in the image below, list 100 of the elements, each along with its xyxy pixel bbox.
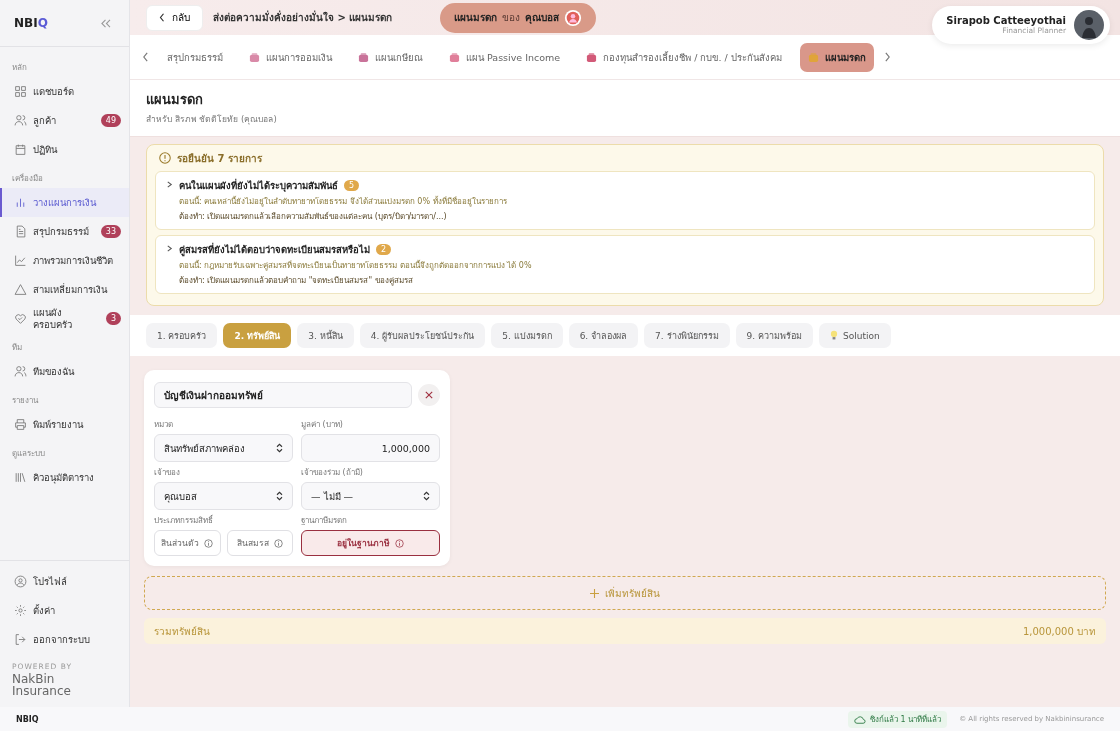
item-label: สรุปกรมธรรม์ (33, 225, 90, 238)
grid-icon (14, 85, 27, 98)
logout-icon (14, 633, 27, 646)
sidebar-item[interactable]: ตั้งค่า (0, 596, 129, 625)
sidebar-item[interactable]: โปรไฟล์ (0, 567, 129, 596)
line-chart-icon (14, 254, 27, 267)
item-label: แดชบอร์ด (33, 85, 75, 98)
plan-tab[interactable]: กองทุนสำรองเลี้ยงชีพ / กบข. / ประกันสังคม (578, 42, 790, 72)
alert-now-text: ตอนนี้: คนเหล่านี้ยังไม่อยู่ในลำดับทายาทโดยธรรม จึงได้ส่วนแบ่งมรดก 0% ทั้งที่มีชื่ออยู่ในรายการ (179, 195, 507, 208)
user-name: Sirapob Catteeyothai (946, 15, 1066, 26)
sidebar-item[interactable]: ทีมของฉัน (0, 357, 129, 386)
step-tab[interactable]: Solution (819, 323, 891, 348)
count-badge: 49 (100, 114, 121, 127)
sidebar-item[interactable]: แดชบอร์ด (0, 77, 129, 106)
scroll-right-icon[interactable] (883, 52, 891, 62)
item-label: ภาพรวมการเงินชีวิต (33, 254, 114, 267)
step-tab[interactable]: 3. หนี้สิน (297, 323, 354, 348)
alert-item[interactable]: คู่สมรสที่ยังไม่ได้ตอบว่าจดทะเบียนสมรสหรือไม่ 2 ตอนนี้: กฎหมายรับเฉพาะคู่สมรสที่จดทะเบียนเป็นทายาทโดยธรรม ตอนนี้จึงถูกตัดออกจากการแบ่ง ได้ 0% ต้องทำ: เปิดแผนมรดกแล้วตอบคำถาม "จดทะเบียนสมรส" ของคู่สมรส (155, 235, 1095, 294)
cloud-icon (853, 714, 866, 724)
item-label: ทีมของฉัน (33, 365, 76, 378)
sidebar-item[interactable]: วางแผนการเงิน (0, 188, 129, 217)
lightbulb-icon (830, 330, 838, 341)
sidebar-item[interactable]: ปฏิทิน (0, 135, 129, 164)
section-label: เครื่องมือ (11, 172, 44, 185)
heart-icon (14, 312, 27, 325)
sidebar-item[interactable]: ลูกค้า 49 (0, 106, 129, 135)
step-tab[interactable]: 6. จำลองผล (568, 323, 639, 348)
avatar (1074, 10, 1104, 40)
alert-title: รอยืนยัน 7 รายการ (177, 151, 262, 166)
option-button[interactable]: สินส่วนตัว (154, 530, 221, 556)
count-badge: 5 (344, 180, 360, 191)
plus-icon (590, 588, 599, 598)
library-icon (14, 471, 27, 484)
sidebar-item[interactable]: สรุปกรมธรรม์ 33 (0, 217, 129, 246)
item-label: สามเหลี่ยมการเงิน (33, 283, 109, 296)
step-tab[interactable]: 9. ความพร้อม (735, 323, 813, 348)
info-icon (204, 538, 214, 548)
page-subtitle: สำหรับ สิรภพ ชัตติโยทัย (คุณบอล) (146, 113, 278, 126)
client-name: คุณบอส (525, 11, 560, 25)
item-label: ปฏิทิน (33, 143, 59, 156)
select-field[interactable]: — ไม่มี — (301, 482, 440, 510)
select-field[interactable]: สินทรัพย์สภาพคล่อง (154, 434, 293, 462)
field-label: มูลค่า (บาท) (301, 419, 344, 432)
asset-name-field[interactable]: บัญชีเงินฝากออมทรัพย์ (154, 382, 412, 408)
back-button[interactable]: กลับ (146, 4, 203, 31)
sidebar-item[interactable]: คิวอนุมัติตาราง (0, 463, 129, 492)
section-label: ดูแลระบบ (11, 448, 46, 461)
collapse-icon[interactable] (100, 18, 111, 28)
close-icon (425, 391, 433, 399)
step-tab[interactable]: 4. ผู้รับผลประโยชน์ประกัน (359, 323, 486, 348)
warning-icon (159, 152, 171, 164)
item-label: แผนผังครอบครัว (33, 306, 73, 331)
tab-icon (807, 51, 819, 63)
field-label: หมวด (154, 419, 174, 431)
sidebar-item[interactable]: พิมพ์รายงาน (0, 410, 129, 439)
scroll-left-icon[interactable] (142, 52, 149, 62)
page-title: แผนมรดก (146, 91, 204, 109)
chevron-updown-icon (423, 491, 430, 501)
tab-icon (249, 51, 260, 63)
amount-field[interactable]: 1,000,000 (301, 434, 440, 462)
client-avatar-icon (564, 8, 583, 27)
plan-tab[interactable]: แผน Passive Income (441, 42, 569, 72)
calendar-icon (14, 143, 27, 156)
sidebar-item[interactable]: ออกจากระบบ (0, 625, 129, 654)
tab-icon (449, 51, 460, 63)
step-tab[interactable]: 5. แบ่งมรดก (491, 323, 563, 348)
alert-item[interactable] (155, 171, 1095, 230)
plan-tab[interactable]: แผนเกษียณ (350, 42, 431, 72)
count-badge: 2 (376, 244, 392, 255)
field-label: เจ้าของร่วม (ถ้ามี) (301, 467, 364, 479)
section-label: หลัก (11, 62, 28, 74)
plan-tab[interactable]: สรุปกรมธรรม์ (159, 42, 231, 72)
app-logo: NBIQ (14, 16, 48, 30)
section-label: ทีม (11, 342, 23, 354)
sidebar-item[interactable]: ภาพรวมการเงินชีวิต (0, 246, 129, 275)
sidebar-item[interactable]: แผนผังครอบครัว 3 (0, 304, 129, 333)
close-button[interactable] (418, 384, 440, 406)
info-icon (395, 538, 404, 548)
option-button[interactable]: สินสมรส (226, 530, 293, 556)
plan-tab[interactable]: แผนมรดก (799, 42, 874, 72)
item-label: โปรไฟล์ (33, 575, 68, 588)
alert-now-text: ตอนนี้: กฎหมายรับเฉพาะคู่สมรสที่จดทะเบียนเป็นทายาทโดยธรรม ตอนนี้จึงถูกตัดออกจากการแบ่ง ได้ 0% (179, 259, 532, 272)
item-label: ลูกค้า (33, 114, 57, 127)
field-label: ฐานภาษีมรดก (301, 515, 348, 527)
total-label: รวมทรัพย์สิน (154, 624, 210, 639)
select-field[interactable]: คุณบอส (154, 482, 293, 510)
tab-icon (358, 51, 369, 63)
breadcrumb: ส่งต่อความมั่งคั่งอย่างมั่นใจ > แผนมรดก (213, 10, 393, 25)
count-badge: 33 (100, 225, 121, 238)
item-label: ตั้งค่า (33, 604, 56, 617)
sidebar-item[interactable]: สามเหลี่ยมการเงิน (0, 275, 129, 304)
plan-tab[interactable]: แผนการออมเงิน (241, 42, 340, 72)
field-label: ประเภทกรรมสิทธิ์ (154, 513, 214, 527)
profile-icon (14, 575, 27, 588)
step-tab[interactable]: 7. ร่างพินัยกรรม (644, 323, 730, 348)
alert-item-title: คู่สมรสที่ยังไม่ได้ตอบว่าจดทะเบียนสมรสหรือไม่ (179, 242, 370, 257)
section-label: รายงาน (11, 395, 40, 407)
info-icon (273, 538, 283, 548)
option-button[interactable]: อยู่ในฐานภาษี (301, 530, 440, 556)
step-tab[interactable]: 1. ครอบครัว (146, 323, 218, 348)
